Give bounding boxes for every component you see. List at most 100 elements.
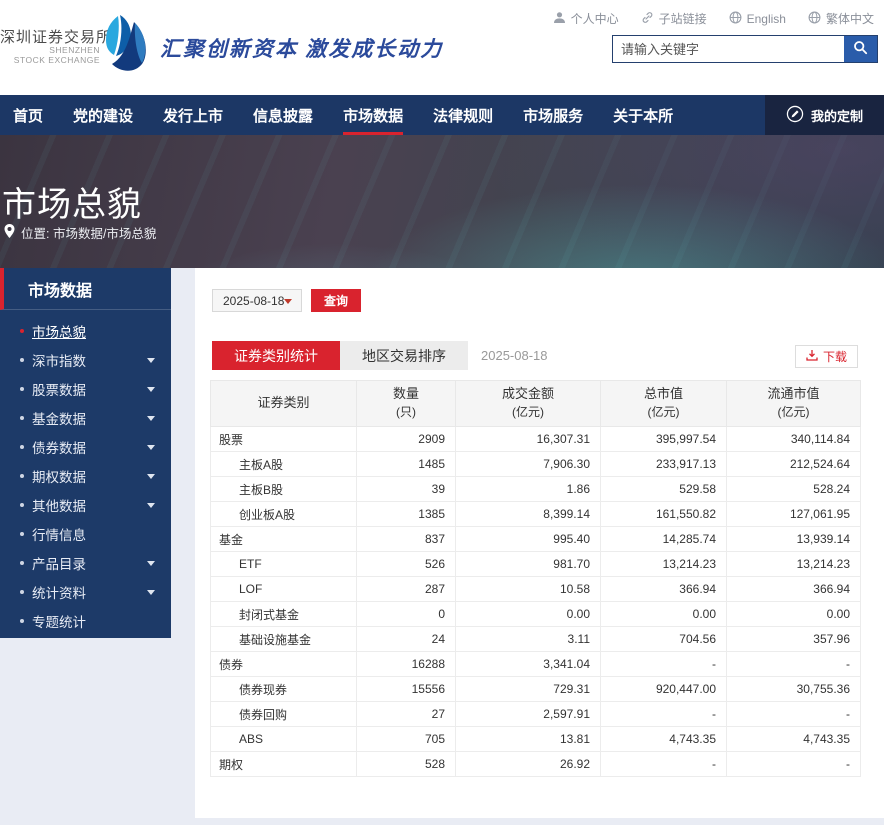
value-cell: 13,939.14 [726, 526, 861, 552]
category-cell: 封闭式基金 [210, 601, 357, 627]
sidebar-item[interactable]: 统计资料 [0, 577, 171, 606]
value-cell: 127,061.95 [726, 501, 861, 527]
date-select[interactable]: 2025-08-18 [212, 289, 302, 312]
nav-item[interactable]: 发行上市 [163, 95, 223, 135]
sidebar-item-label: 行情信息 [32, 527, 86, 543]
value-cell: 528 [356, 751, 456, 777]
nav-item[interactable]: 党的建设 [73, 95, 133, 135]
value-cell: 26.92 [455, 751, 601, 777]
value-cell: 528.24 [726, 476, 861, 502]
value-cell: 10.58 [455, 576, 601, 602]
value-cell: 13,214.23 [726, 551, 861, 577]
value-cell: - [600, 651, 727, 677]
globe-icon [808, 11, 821, 27]
chevron-down-icon [147, 560, 155, 566]
value-cell: - [726, 701, 861, 727]
tab[interactable]: 地区交易排序 [340, 341, 468, 370]
value-cell: 981.70 [455, 551, 601, 577]
value-cell: 13,214.23 [600, 551, 727, 577]
search-button[interactable] [844, 36, 877, 62]
my-custom-button[interactable]: 我的定制 [765, 95, 884, 135]
category-cell: 期权 [210, 751, 357, 777]
table-row: 债券回购 27 2,597.91- - [210, 701, 861, 727]
table-row: 期权 528 26.92- - [210, 751, 861, 777]
value-cell: 705 [356, 726, 456, 752]
page-banner: 市场总貌 位置: 市场数据/市场总貌 [0, 135, 884, 268]
sidebar: 市场数据 市场总貌 深市指数 股票数据 基金数据 债券数据 期权数据 其他数据 行情信息 产品目… [0, 268, 171, 638]
sidebar-item[interactable]: 专题统计 [0, 606, 171, 635]
page-title: 市场总貌 [2, 186, 142, 224]
value-cell: 995.40 [455, 526, 601, 552]
sidebar-item[interactable]: 基金数据 [0, 403, 171, 432]
value-cell: 4,743.35 [600, 726, 727, 752]
category-cell: ABS [210, 726, 357, 752]
content-area: 市场数据 市场总貌 深市指数 股票数据 基金数据 债券数据 期权数据 其他数据 行情信息 产品目… [0, 268, 884, 825]
main-nav: 首页 党的建设 发行上市 信息披露 市场数据 法律规则 市场服务 关于本所 我的定制 [0, 95, 884, 135]
column-header: 总市值 (亿元) [600, 380, 727, 427]
column-header: 成交金额 (亿元) [455, 380, 601, 427]
category-cell: LOF [210, 576, 357, 602]
logo-cn: 深圳证券交易所 [0, 29, 113, 47]
sidebar-item[interactable]: 债券数据 [0, 432, 171, 461]
top-link[interactable]: 个人中心 [553, 10, 619, 27]
value-cell: 8,399.14 [455, 501, 601, 527]
category-cell: 债券回购 [210, 701, 357, 727]
value-cell: 1485 [356, 451, 456, 477]
my-custom-label: 我的定制 [810, 108, 863, 124]
table-row: 基础设施基金 24 3.11 704.56 357.96 [210, 626, 861, 652]
download-label: 下载 [822, 350, 847, 364]
nav-item[interactable]: 信息披露 [253, 95, 313, 135]
sidebar-item[interactable]: 产品目录 [0, 548, 171, 577]
table-row: 债券 16288 3,341.04- - [210, 651, 861, 677]
category-cell: 股票 [210, 426, 357, 452]
top-link-label: 繁体中文 [825, 12, 874, 26]
column-header-label: 流通市值 [767, 386, 820, 402]
table-row: 封闭式基金 0 0.00 0.00 0.00 [210, 601, 861, 627]
top-link[interactable]: English [729, 11, 786, 27]
stats-table-head: 证券类别 数量 (只) 成交金额 (亿元) 总市值 (亿元) 流通市值 (亿元) [210, 380, 861, 427]
logo-en-line2: STOCK EXCHANGE [13, 55, 100, 66]
sidebar-item[interactable]: 行情信息 [0, 519, 171, 548]
sidebar-item[interactable]: 其他数据 [0, 490, 171, 519]
sidebar-item[interactable]: 深市指数 [0, 345, 171, 374]
nav-item[interactable]: 市场服务 [523, 95, 583, 135]
tab[interactable]: 证券类别统计 [212, 341, 340, 370]
download-button[interactable]: 下载 [794, 345, 858, 368]
sidebar-item-label: 基金数据 [32, 411, 86, 427]
category-cell: ETF [210, 551, 357, 577]
category-cell: 债券 [210, 651, 357, 677]
column-header: 数量 (只) [356, 380, 456, 427]
nav-item[interactable]: 法律规则 [433, 95, 493, 135]
category-cell: 创业板A股 [210, 501, 357, 527]
globe-icon [729, 11, 742, 27]
sidebar-item[interactable]: 期权数据 [0, 461, 171, 490]
nav-item[interactable]: 关于本所 [613, 95, 673, 135]
stats-table-body: 股票 2909 16,307.31 395,997.54 340,114.84 主板A股 1… [210, 426, 861, 777]
table-row: ETF 526 981.70 13,214.23 13,214.23 [210, 551, 861, 577]
sidebar-item-label: 债券数据 [32, 440, 86, 456]
value-cell: 16,307.31 [455, 426, 601, 452]
top-link[interactable]: 繁体中文 [808, 10, 874, 27]
value-cell: 27 [356, 701, 456, 727]
top-link[interactable]: 子站链接 [641, 10, 707, 27]
search-input[interactable] [613, 36, 844, 62]
value-cell: 395,997.54 [600, 426, 727, 452]
column-header: 流通市值 (亿元) [726, 380, 861, 427]
main-panel: 2025-08-18 查询 证券类别统计 地区交易排序 2025-08-18 下载… [195, 268, 884, 818]
column-header-unit: (亿元) [777, 405, 810, 420]
chevron-down-icon [284, 298, 292, 304]
slogan: 汇聚创新资本 激发成长动力 [160, 36, 444, 61]
sidebar-item-label: 期权数据 [32, 469, 86, 485]
logo[interactable]: 深圳证券交易所 SHENZHEN STOCK EXCHANGE 汇聚创新资本 激… [0, 14, 443, 81]
category-cell: 主板B股 [210, 476, 357, 502]
value-cell: 837 [356, 526, 456, 552]
sidebar-item-label: 专题统计 [32, 614, 86, 630]
sidebar-item[interactable]: 股票数据 [0, 374, 171, 403]
sidebar-item[interactable]: 市场总貌 [0, 316, 171, 345]
nav-item[interactable]: 市场数据 [343, 95, 404, 135]
query-button[interactable]: 查询 [311, 289, 361, 312]
nav-item[interactable]: 首页 [13, 95, 43, 135]
table-row: 股票 2909 16,307.31 395,997.54 340,114.84 [210, 426, 861, 452]
column-header-label: 成交金额 [501, 386, 554, 402]
user-icon [553, 11, 566, 27]
